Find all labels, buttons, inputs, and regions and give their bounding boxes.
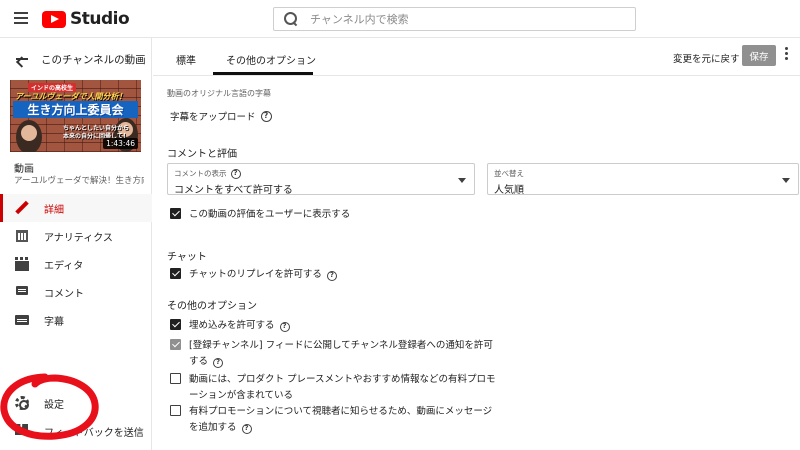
back-title: このチャンネルの動画 bbox=[41, 53, 146, 66]
sort-by-value: 人気順 bbox=[494, 185, 524, 196]
help-icon[interactable]: ? bbox=[230, 168, 241, 179]
subscription-feed-checkbox-row[interactable]: [登録チャンネル] フィードに公開してチャンネル登録者への通知を許可 する? bbox=[170, 338, 493, 370]
subscription-feed-label-line2: する bbox=[189, 356, 209, 367]
undo-changes-button[interactable]: 変更を元に戻す bbox=[673, 51, 740, 65]
promotion-message-checkbox-row[interactable]: 有料プロモーションについて視聴者に知らせるため、動画にメッセージ を追加する? bbox=[170, 404, 492, 436]
help-icon[interactable]: ? bbox=[260, 110, 272, 122]
show-ratings-checkbox[interactable] bbox=[170, 208, 181, 219]
promotion-message-checkbox[interactable] bbox=[170, 405, 181, 416]
feedback-label: フィードバックを送信 bbox=[44, 427, 144, 439]
details-tabs-bar: 標準 その他のオプション 変更を元に戻す 保存 bbox=[153, 38, 800, 76]
chat-replay-label-wrap: チャットのリプレイを許可する? bbox=[189, 267, 337, 283]
promotion-message-label-line1: 有料プロモーションについて視聴者に知らせるため、動画にメッセージ bbox=[189, 406, 493, 417]
logo-text: Studio bbox=[70, 9, 130, 29]
top-header: Studio bbox=[0, 0, 800, 38]
chevron-down-icon bbox=[458, 178, 466, 183]
main-content: 動画のオリジナル言語の字幕 字幕をアップロード ? コメントと評価 コメントの表… bbox=[153, 77, 800, 450]
save-button[interactable]: 保存 bbox=[742, 45, 776, 66]
active-tab-indicator bbox=[213, 72, 313, 75]
tab-other-options[interactable]: その他のオプション bbox=[226, 52, 316, 67]
video-label: 動画 bbox=[14, 164, 34, 175]
other-options-section-title: その他のオプション bbox=[167, 301, 257, 312]
paid-promotion-checkbox-row[interactable]: 動画には、プロダクト プレースメントやおすすめ情報などの有料プロモ ーションが含… bbox=[170, 372, 496, 404]
sidebar-item-label: エディタ bbox=[44, 260, 84, 272]
subscription-feed-checkbox[interactable] bbox=[170, 339, 181, 350]
subtitles-icon bbox=[15, 313, 29, 327]
youtube-studio-logo[interactable]: Studio bbox=[42, 9, 130, 29]
back-to-channel-videos[interactable]: このチャンネルの動画 bbox=[0, 48, 152, 70]
chat-replay-checkbox-row[interactable]: チャットのリプレイを許可する? bbox=[170, 267, 337, 283]
chevron-down-icon bbox=[782, 178, 790, 183]
gear-icon bbox=[15, 396, 29, 410]
help-icon[interactable]: ? bbox=[241, 424, 252, 434]
subscription-feed-label-line1: [登録チャンネル] フィードに公開してチャンネル登録者への通知を許可 bbox=[189, 340, 493, 351]
pencil-icon bbox=[15, 201, 29, 215]
chat-section-title: チャット bbox=[167, 252, 207, 263]
sidebar-item-comments[interactable]: コメント bbox=[0, 278, 152, 306]
sidebar-item-label: アナリティクス bbox=[44, 232, 113, 244]
sidebar-item-label: コメント bbox=[44, 288, 84, 300]
settings-label: 設定 bbox=[44, 399, 64, 411]
promotion-message-label-wrap: 有料プロモーションについて視聴者に知らせるため、動画にメッセージ を追加する? bbox=[189, 404, 492, 436]
sort-by-caption-text: 並べ替え bbox=[494, 169, 524, 178]
sidebar-item-settings[interactable]: 設定 bbox=[0, 389, 152, 417]
sidebar-item-label: 字幕 bbox=[44, 316, 64, 328]
comment-icon bbox=[15, 285, 29, 299]
chat-replay-label: チャットのリプレイを許可する bbox=[189, 269, 322, 280]
video-thumbnail[interactable]: インドの高校生 アーユルヴェーダで人間分析！ 生き方向上委員会 ちゃんとしたい自… bbox=[10, 80, 141, 152]
thumbnail-subtext-line1: ちゃんとしたい自分から bbox=[63, 125, 130, 132]
thumbnail-face-left bbox=[21, 125, 37, 141]
menu-icon[interactable] bbox=[14, 12, 28, 24]
paid-promotion-label-line2: ーションが含まれている bbox=[189, 390, 294, 401]
thumbnail-banner: 生き方向上委員会 bbox=[13, 101, 138, 118]
sort-by-select[interactable]: 並べ替え 人気順 bbox=[487, 163, 799, 196]
paid-promotion-label-line1: 動画には、プロダクト プレースメントやおすすめ情報などの有料プロモ bbox=[189, 374, 496, 385]
sidebar-nav: 詳細 アナリティクス エディタ コメント 字幕 bbox=[0, 194, 152, 334]
video-duration: 1:43:46 bbox=[103, 138, 138, 149]
help-icon[interactable]: ? bbox=[213, 358, 224, 368]
editor-icon bbox=[15, 257, 29, 271]
tab-standard[interactable]: 標準 bbox=[176, 52, 196, 67]
show-ratings-checkbox-row[interactable]: この動画の評価をユーザーに表示する bbox=[170, 207, 350, 223]
sidebar: このチャンネルの動画 インドの高校生 アーユルヴェーダで人間分析！ 生き方向上委… bbox=[0, 38, 152, 450]
allow-embedding-label-wrap: 埋め込みを許可する? bbox=[189, 318, 290, 334]
show-ratings-label: この動画の評価をユーザーに表示する bbox=[189, 209, 351, 220]
analytics-icon bbox=[15, 229, 29, 243]
back-arrow-icon[interactable] bbox=[15, 52, 29, 66]
sidebar-item-editor[interactable]: エディタ bbox=[0, 250, 152, 278]
upload-subtitles-label: 字幕をアップロード bbox=[170, 112, 256, 123]
help-icon[interactable]: ? bbox=[279, 322, 290, 332]
chat-replay-checkbox[interactable] bbox=[170, 268, 181, 279]
comment-visibility-caption-text: コメントの表示 bbox=[174, 169, 227, 178]
search-icon[interactable] bbox=[284, 12, 298, 26]
sidebar-item-details[interactable]: 詳細 bbox=[0, 194, 152, 222]
caption-language-label: 動画のオリジナル言語の字幕 bbox=[167, 89, 271, 98]
comment-visibility-select[interactable]: コメントの表示 ? コメントをすべて許可する bbox=[167, 163, 475, 196]
search-input[interactable] bbox=[310, 12, 610, 26]
thumbnail-banner-text: 生き方向上委員会 bbox=[27, 103, 124, 117]
sidebar-item-analytics[interactable]: アナリティクス bbox=[0, 222, 152, 250]
youtube-play-icon bbox=[42, 10, 66, 28]
allow-embedding-label: 埋め込みを許可する bbox=[189, 320, 275, 331]
more-vert-icon[interactable] bbox=[784, 47, 790, 63]
sidebar-item-feedback[interactable]: フィードバックを送信 bbox=[0, 417, 152, 445]
allow-embedding-checkbox[interactable] bbox=[170, 319, 181, 330]
video-title: アーユルヴェーダで解決！生き方向... bbox=[14, 176, 144, 186]
allow-embedding-checkbox-row[interactable]: 埋め込みを許可する? bbox=[170, 318, 290, 334]
feedback-icon bbox=[15, 422, 29, 438]
comment-visibility-caption: コメントの表示 ? bbox=[174, 168, 241, 179]
comments-section-title: コメントと評価 bbox=[167, 149, 237, 160]
subscription-feed-label-wrap: [登録チャンネル] フィードに公開してチャンネル登録者への通知を許可 する? bbox=[189, 338, 493, 370]
sort-by-caption: 並べ替え bbox=[494, 168, 524, 179]
promotion-message-label-line2: を追加する bbox=[189, 422, 237, 433]
upload-subtitles-link[interactable]: 字幕をアップロード ? bbox=[170, 109, 272, 123]
sidebar-item-subtitles[interactable]: 字幕 bbox=[0, 306, 152, 334]
paid-promotion-label-wrap: 動画には、プロダクト プレースメントやおすすめ情報などの有料プロモ ーションが含… bbox=[189, 372, 496, 404]
search-bar[interactable] bbox=[273, 7, 636, 31]
comment-visibility-value: コメントをすべて許可する bbox=[174, 185, 293, 196]
help-icon[interactable]: ? bbox=[326, 271, 337, 281]
paid-promotion-checkbox[interactable] bbox=[170, 373, 181, 384]
sidebar-item-label: 詳細 bbox=[44, 204, 64, 216]
